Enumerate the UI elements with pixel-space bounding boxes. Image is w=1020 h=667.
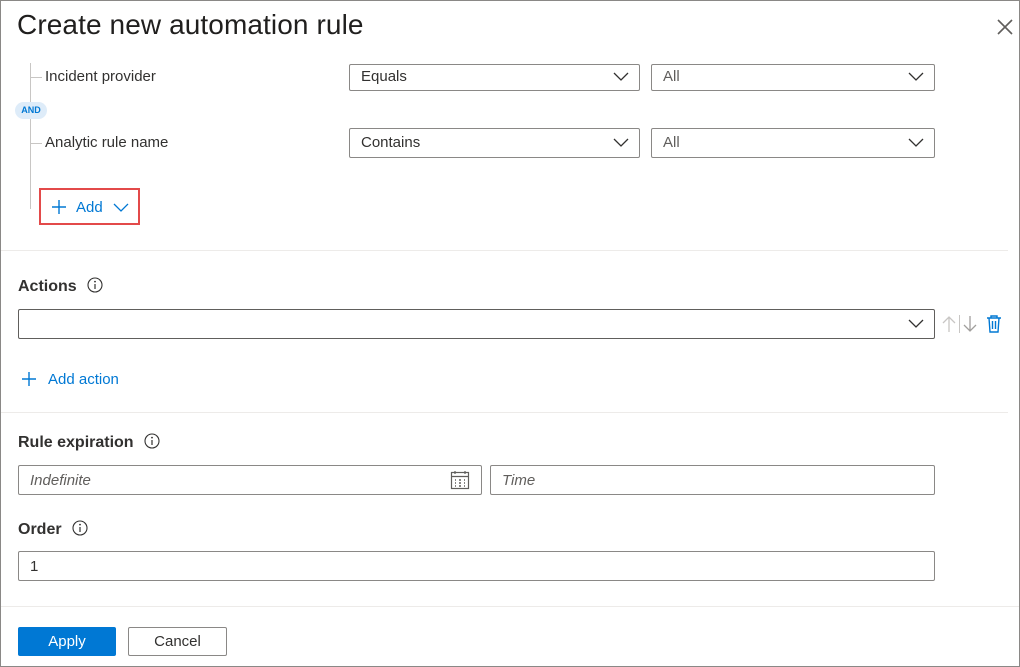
order-heading: Order [18, 520, 88, 539]
add-condition-button[interactable]: Add [45, 194, 137, 220]
condition-property-label: Analytic rule name [45, 134, 169, 151]
condition-operator-dropdown[interactable]: Contains [349, 128, 640, 158]
expiration-time-input[interactable]: Time [490, 465, 935, 495]
plus-icon [52, 200, 66, 214]
chevron-down-icon [613, 72, 629, 81]
chevron-down-icon [908, 138, 924, 147]
condition-property-label: Incident provider [45, 68, 156, 85]
chevron-down-icon [908, 319, 924, 328]
condition-tree-branch [30, 77, 42, 78]
apply-button[interactable]: Apply [18, 627, 116, 656]
cancel-button[interactable]: Cancel [128, 627, 227, 656]
section-divider [1, 412, 1008, 413]
chevron-down-icon [908, 72, 924, 81]
add-action-button[interactable]: Add action [18, 368, 128, 392]
info-icon[interactable] [87, 277, 103, 293]
expiration-date-input[interactable]: Indefinite [18, 465, 482, 495]
condition-tree-branch [30, 143, 42, 144]
condition-tree-line [30, 63, 31, 209]
calendar-icon[interactable] [450, 470, 470, 490]
actions-heading: Actions [18, 277, 103, 296]
condition-operator-dropdown[interactable]: Equals [349, 64, 640, 91]
info-icon[interactable] [72, 520, 88, 536]
plus-icon [22, 372, 36, 386]
condition-value-dropdown[interactable]: All [651, 64, 935, 91]
automation-rule-dialog: Create new automation rule Incident prov… [0, 0, 1020, 667]
rule-expiration-heading: Rule expiration [18, 433, 160, 452]
add-action-label: Add action [48, 371, 119, 388]
and-operator-badge[interactable]: AND [15, 102, 47, 119]
close-icon[interactable] [993, 15, 1017, 39]
arrow-down-icon[interactable] [963, 315, 977, 333]
add-condition-label: Add [76, 199, 103, 216]
action-dropdown[interactable] [18, 309, 935, 339]
footer-divider [1, 606, 1019, 607]
dialog-title: Create new automation rule [17, 9, 364, 40]
arrow-separator [959, 315, 960, 333]
section-divider [1, 250, 1008, 251]
delete-icon[interactable] [986, 314, 1002, 334]
arrow-up-icon[interactable] [942, 315, 956, 333]
condition-value-dropdown[interactable]: All [651, 128, 935, 158]
chevron-down-icon [613, 138, 629, 147]
order-input[interactable]: 1 [18, 551, 935, 581]
chevron-down-icon [113, 203, 129, 212]
info-icon[interactable] [144, 433, 160, 449]
